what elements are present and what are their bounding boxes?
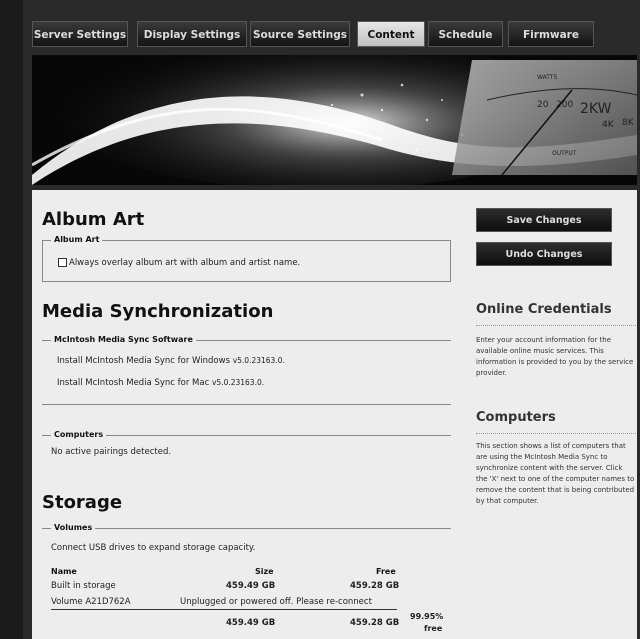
tab-schedule[interactable]: Schedule xyxy=(428,21,503,47)
total-free-percent: 99.95% xyxy=(410,612,444,621)
meter-label-watts: WATTS xyxy=(537,74,557,81)
album-art-heading: Album Art xyxy=(42,209,145,230)
meter-label-200: 200 xyxy=(556,100,573,110)
volumes-intro: Connect USB drives to expand storage cap… xyxy=(51,543,256,553)
install-windows-text: Install McIntosh Media Sync for Windows xyxy=(57,356,230,366)
media-sync-legend: McIntosh Media Sync Software xyxy=(51,335,196,344)
banner-artwork: 20 200 2KW 4K 8K WATTS OUTPUT xyxy=(32,55,637,185)
volume-size: 459.49 GB xyxy=(226,581,276,591)
volume-name: Volume A21D762A xyxy=(51,597,131,607)
volumes-total-divider xyxy=(51,609,397,610)
install-mac-link[interactable]: Install McIntosh Media Sync for Mac v5.0… xyxy=(57,378,264,388)
volume-status: Unplugged or powered off. Please re-conn… xyxy=(180,597,372,607)
meter-label-4k: 4K xyxy=(602,120,615,130)
media-sync-heading: Media Synchronization xyxy=(42,301,274,322)
computers-text: This section shows a list of computers t… xyxy=(476,442,635,505)
tab-server-settings[interactable]: Server Settings xyxy=(32,21,128,47)
install-mac-text: Install McIntosh Media Sync for Mac xyxy=(57,378,210,388)
total-free: 459.28 GB xyxy=(350,618,400,628)
tab-firmware[interactable]: Firmware xyxy=(508,21,594,47)
computers-legend: Computers xyxy=(51,430,107,439)
meter-label-8k: 8K xyxy=(622,118,635,128)
tab-source-settings[interactable]: Source Settings xyxy=(250,21,350,47)
online-credentials-divider xyxy=(476,325,636,326)
tab-display-settings[interactable]: Display Settings xyxy=(137,21,247,47)
undo-changes-button[interactable]: Undo Changes xyxy=(476,242,612,266)
volumes-col-name: Name xyxy=(51,567,77,576)
computers-divider xyxy=(476,433,636,434)
online-credentials-text: Enter your account information for the a… xyxy=(476,336,634,377)
volume-name: Built in storage xyxy=(51,581,116,591)
total-free-percent-label: free xyxy=(424,624,443,633)
volumes-col-size: Size xyxy=(255,567,274,576)
meter-label-20: 20 xyxy=(537,100,549,110)
header-banner: 20 200 2KW 4K 8K WATTS OUTPUT xyxy=(32,55,637,185)
tab-content[interactable]: Content xyxy=(357,21,425,47)
install-mac-version: v5.0.23163.0. xyxy=(211,378,265,387)
install-windows-version: v5.0.23163.0. xyxy=(232,356,285,365)
main-tabs: Server Settings Display Settings Source … xyxy=(32,21,632,47)
online-credentials-title: Online Credentials xyxy=(476,302,612,317)
storage-heading: Storage xyxy=(42,492,123,513)
computers-status-text: No active pairings detected. xyxy=(51,447,172,457)
install-windows-link[interactable]: Install McIntosh Media Sync for Windows … xyxy=(57,356,285,366)
volume-free: 459.28 GB xyxy=(350,581,400,591)
computers-title: Computers xyxy=(476,410,556,425)
album-art-legend: Album Art xyxy=(51,235,103,244)
volumes-legend: Volumes xyxy=(51,523,96,532)
save-changes-button[interactable]: Save Changes xyxy=(476,208,612,232)
meter-label-2kw: 2KW xyxy=(580,101,612,117)
meter-label-output: OUTPUT xyxy=(552,150,577,157)
overlay-album-art-checkbox[interactable] xyxy=(58,258,67,267)
total-size: 459.49 GB xyxy=(226,618,276,628)
overlay-album-art-label: Always overlay album art with album and … xyxy=(69,258,301,268)
media-sync-fieldset xyxy=(42,340,451,405)
volumes-col-free: Free xyxy=(376,567,396,576)
